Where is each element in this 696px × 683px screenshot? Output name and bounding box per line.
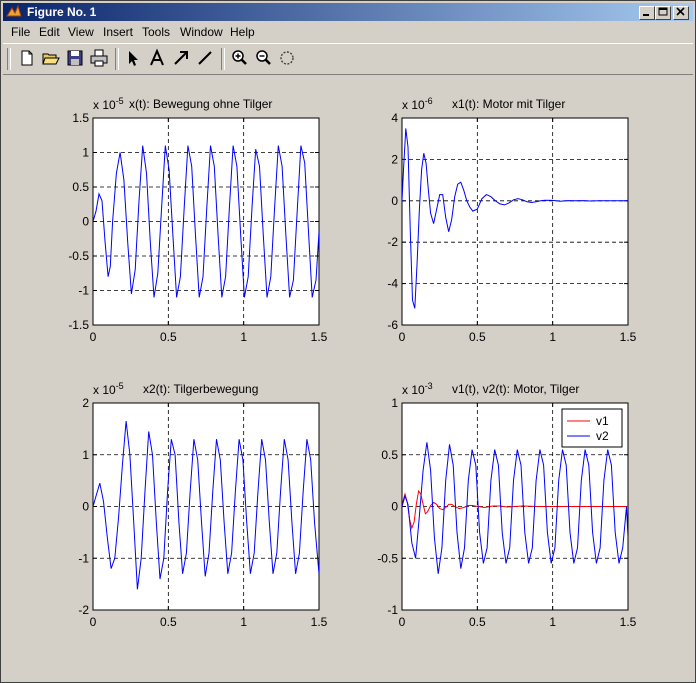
legend[interactable]: v1v2 — [561, 408, 623, 448]
x-tick-label: 0.5 — [469, 615, 486, 629]
legend-label-v1: v1 — [596, 414, 609, 428]
x-tick-label: 0 — [399, 615, 406, 629]
x-tick-label: 0.5 — [160, 615, 177, 629]
y-tick-label: 0 — [82, 215, 89, 229]
y-tick-label: -4 — [387, 277, 398, 291]
y-exponent-label: x 10-6 — [402, 96, 433, 112]
x-tick-label: 1.5 — [620, 615, 637, 629]
x-tick-label: 1 — [240, 330, 247, 344]
subplot-title: x(t): Bewegung ohne Tilger — [129, 97, 272, 111]
y-tick-label: 0 — [391, 194, 398, 208]
figure-plots: -1.5 -1 -0.5 0 0.5 1 1.5 0 0.5 1 1.5 x 10-5 x(t): Be… — [68, 96, 636, 629]
x-tick-label: 0 — [399, 330, 406, 344]
y-tick-label: 1 — [391, 396, 398, 410]
y-tick-label: 0 — [82, 500, 89, 514]
x-tick-label: 1 — [549, 615, 556, 629]
x-tick-label: 0.5 — [469, 330, 486, 344]
legend-box — [561, 408, 623, 448]
y-exponent-label: x 10-5 — [93, 96, 124, 112]
x-tick-label: 0 — [90, 330, 97, 344]
subplot-title: x1(t): Motor mit Tilger — [452, 97, 565, 111]
x-tick-label: 1.5 — [311, 330, 328, 344]
y-tick-label: 4 — [391, 111, 398, 125]
x-tick-label: 0 — [90, 615, 97, 629]
y-tick-label: 1 — [82, 146, 89, 160]
x-tick-label: 1 — [549, 330, 556, 344]
x-tick-label: 1.5 — [620, 330, 637, 344]
y-tick-label: -1.5 — [68, 318, 89, 332]
y-tick-label: 2 — [82, 396, 89, 410]
subplot-3: -2 -1 0 1 2 0 0.5 1 1.5 x 10-5 x2(t): Tilgerbewegu… — [78, 381, 327, 629]
y-tick-label: 0.5 — [72, 180, 89, 194]
y-tick-label: 2 — [391, 152, 398, 166]
y-tick-label: -2 — [78, 603, 89, 617]
y-tick-label: 0.5 — [381, 448, 398, 462]
y-tick-label: -1 — [387, 603, 398, 617]
y-tick-label: -6 — [387, 318, 398, 332]
subplot-2: -6 -4 -2 0 2 4 0 0.5 1 1.5 x 10-6 x1(t): Motor mit … — [387, 96, 636, 344]
legend-label-v2: v2 — [596, 429, 609, 443]
y-exponent-label: x 10-3 — [402, 381, 433, 397]
x-tick-label: 0.5 — [160, 330, 177, 344]
y-tick-label: -1 — [78, 284, 89, 298]
y-tick-label: 1.5 — [72, 111, 89, 125]
y-tick-label: -1 — [78, 551, 89, 565]
plot-area[interactable] — [401, 117, 629, 326]
y-exponent-label: x 10-5 — [93, 381, 124, 397]
y-tick-label: 0 — [391, 500, 398, 514]
y-tick-label: -0.5 — [377, 551, 398, 565]
x-tick-label: 1 — [240, 615, 247, 629]
y-tick-label: -0.5 — [68, 249, 89, 263]
subplot-1: -1.5 -1 -0.5 0 0.5 1 1.5 0 0.5 1 1.5 x 10-5 x(t): Be… — [68, 96, 327, 344]
x-tick-label: 1.5 — [311, 615, 328, 629]
y-tick-label: 1 — [82, 448, 89, 462]
subplot-title: v1(t), v2(t): Motor, Tilger — [452, 382, 579, 396]
y-tick-label: -2 — [387, 235, 398, 249]
subplot-title: x2(t): Tilgerbewegung — [143, 382, 258, 396]
subplot-4: -1 -0.5 0 0.5 1 0 0.5 1 1.5 x 10-3 v1(t), v2(t): M… — [377, 381, 636, 629]
